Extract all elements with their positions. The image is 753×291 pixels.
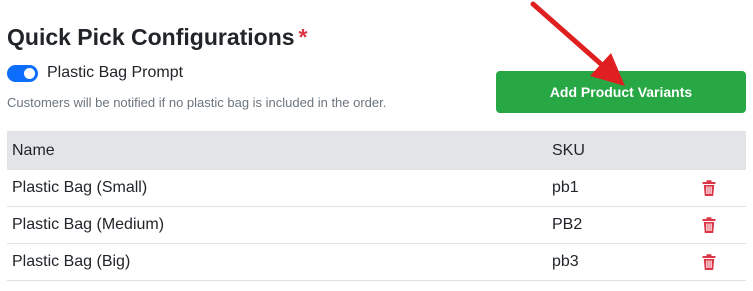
trash-icon[interactable] [702, 254, 716, 270]
plastic-bag-prompt-row: Plastic Bag Prompt [7, 64, 183, 82]
header-sku: SKU [552, 141, 585, 159]
section-title-text: Quick Pick Configurations [7, 24, 295, 50]
table-row: Plastic Bag (Small) pb1 [7, 170, 746, 207]
required-asterisk: * [298, 24, 308, 50]
section-title: Quick Pick Configurations * [7, 24, 308, 51]
table-header: Name SKU [7, 131, 746, 170]
table-row: Plastic Bag (Medium) PB2 [7, 207, 746, 244]
toggle-knob [24, 67, 35, 79]
help-text: Customers will be notified if no plastic… [7, 95, 387, 110]
cell-sku: PB2 [552, 216, 583, 233]
plastic-bag-prompt-label: Plastic Bag Prompt [47, 64, 184, 81]
cell-actions [692, 180, 746, 196]
cell-sku: pb1 [552, 179, 579, 196]
trash-icon[interactable] [702, 180, 716, 196]
cell-name: Plastic Bag (Medium) [12, 216, 165, 233]
product-variants-table: Name SKU Plastic Bag (Small) pb1 Plastic… [7, 131, 746, 281]
table-row: Plastic Bag (Big) pb3 [7, 244, 746, 281]
trash-icon[interactable] [702, 217, 716, 233]
cell-actions [692, 217, 746, 233]
cell-name: Plastic Bag (Small) [12, 179, 148, 196]
cell-sku: pb3 [552, 253, 579, 270]
add-product-variants-button[interactable]: Add Product Variants [496, 71, 746, 113]
cell-actions [692, 254, 746, 270]
plastic-bag-prompt-toggle[interactable] [7, 64, 38, 82]
cell-name: Plastic Bag (Big) [12, 253, 131, 270]
header-name: Name [12, 141, 55, 159]
